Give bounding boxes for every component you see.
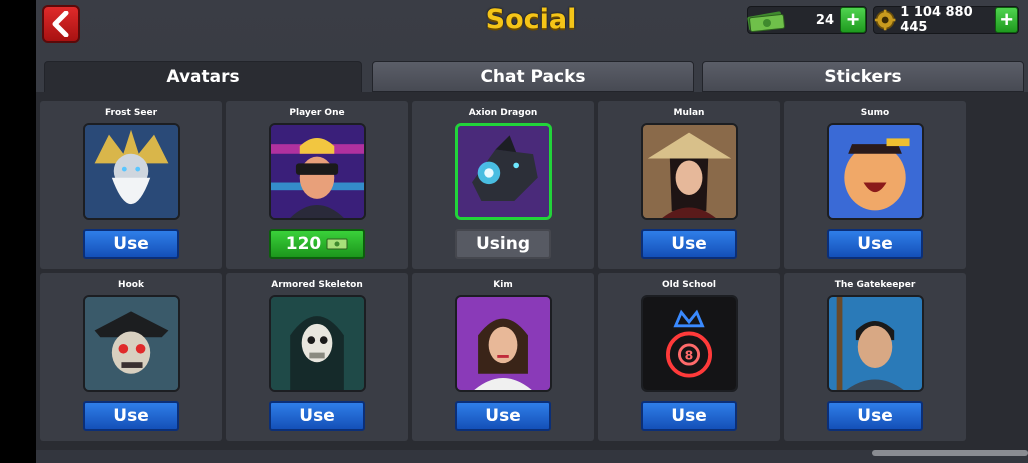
use-button[interactable]: Use xyxy=(641,229,737,259)
use-button[interactable]: Use xyxy=(827,401,923,431)
price-value: 120 xyxy=(285,234,322,254)
use-button[interactable]: Use xyxy=(269,401,365,431)
avatar-card-kim: Kim Use xyxy=(412,273,594,441)
avatar-name: The Gatekeeper xyxy=(834,280,916,290)
avatar-portrait-selected[interactable] xyxy=(455,123,552,220)
avatar-name: Frost Seer xyxy=(104,108,158,118)
use-button[interactable]: Use xyxy=(83,401,179,431)
avatar-portrait[interactable] xyxy=(641,123,738,220)
avatar-portrait[interactable] xyxy=(827,123,924,220)
back-button[interactable] xyxy=(42,5,80,43)
avatar-portrait[interactable] xyxy=(269,295,366,392)
buy-button[interactable]: 120 xyxy=(269,229,365,259)
avatar-portrait[interactable] xyxy=(827,295,924,392)
use-button[interactable]: Use xyxy=(83,229,179,259)
avatar-card-axion-dragon: Axion Dragon Using xyxy=(412,101,594,269)
add-cash-button[interactable]: + xyxy=(840,7,866,33)
cash-value: 24 xyxy=(815,12,834,28)
horizontal-scrollbar[interactable] xyxy=(872,450,1028,456)
avatar-card-mulan: Mulan Use xyxy=(598,101,780,269)
add-coins-button[interactable]: + xyxy=(995,7,1018,33)
avatar-name: Kim xyxy=(493,280,513,290)
avatar-card-sumo: Sumo Use xyxy=(784,101,966,269)
avatar-portrait[interactable] xyxy=(83,295,180,392)
avatar-card-old-school: Old School 8 Use xyxy=(598,273,780,441)
avatar-name: Mulan xyxy=(673,108,705,118)
tab-bar: Avatars Chat Packs Stickers xyxy=(44,61,1024,92)
avatar-grid: Frost Seer Use Player One 120 Axion Drag… xyxy=(36,92,1028,450)
avatar-portrait[interactable] xyxy=(269,123,366,220)
tab-stickers[interactable]: Stickers xyxy=(702,61,1024,92)
cash-icon xyxy=(326,238,348,250)
coins-value: 1 104 880 445 xyxy=(900,5,973,35)
cash-icon xyxy=(747,11,785,32)
tab-chat-packs[interactable]: Chat Packs xyxy=(372,61,694,92)
social-screen: Social 24 + 1 104 880 445 + Avatars Chat… xyxy=(36,0,1028,463)
avatar-portrait[interactable] xyxy=(83,123,180,220)
avatar-name: Player One xyxy=(289,108,345,118)
use-button[interactable]: Use xyxy=(827,229,923,259)
tab-avatars[interactable]: Avatars xyxy=(44,61,362,92)
avatar-card-the-gatekeeper: The Gatekeeper Use xyxy=(784,273,966,441)
avatar-card-frost-seer: Frost Seer Use xyxy=(40,101,222,269)
avatar-card-player-one: Player One 120 xyxy=(226,101,408,269)
use-button[interactable]: Use xyxy=(455,401,551,431)
coin-icon xyxy=(874,9,896,31)
chevron-left-icon xyxy=(52,11,69,37)
using-status-button: Using xyxy=(455,229,551,259)
avatar-name: Old School xyxy=(662,280,716,290)
use-button[interactable]: Use xyxy=(641,401,737,431)
page-title: Social xyxy=(485,4,577,35)
avatar-name: Hook xyxy=(118,280,144,290)
coins-display: 1 104 880 445 + xyxy=(873,5,1019,35)
avatar-card-armored-skeleton: Armored Skeleton Use xyxy=(226,273,408,441)
avatar-name: Armored Skeleton xyxy=(271,280,363,290)
cash-display: 24 + xyxy=(747,6,867,34)
avatar-name: Axion Dragon xyxy=(468,108,538,118)
avatar-card-hook: Hook Use xyxy=(40,273,222,441)
avatar-portrait[interactable]: 8 xyxy=(641,295,738,392)
avatar-portrait[interactable] xyxy=(455,295,552,392)
avatar-name: Sumo xyxy=(860,108,890,118)
svg-text:8: 8 xyxy=(685,347,694,362)
